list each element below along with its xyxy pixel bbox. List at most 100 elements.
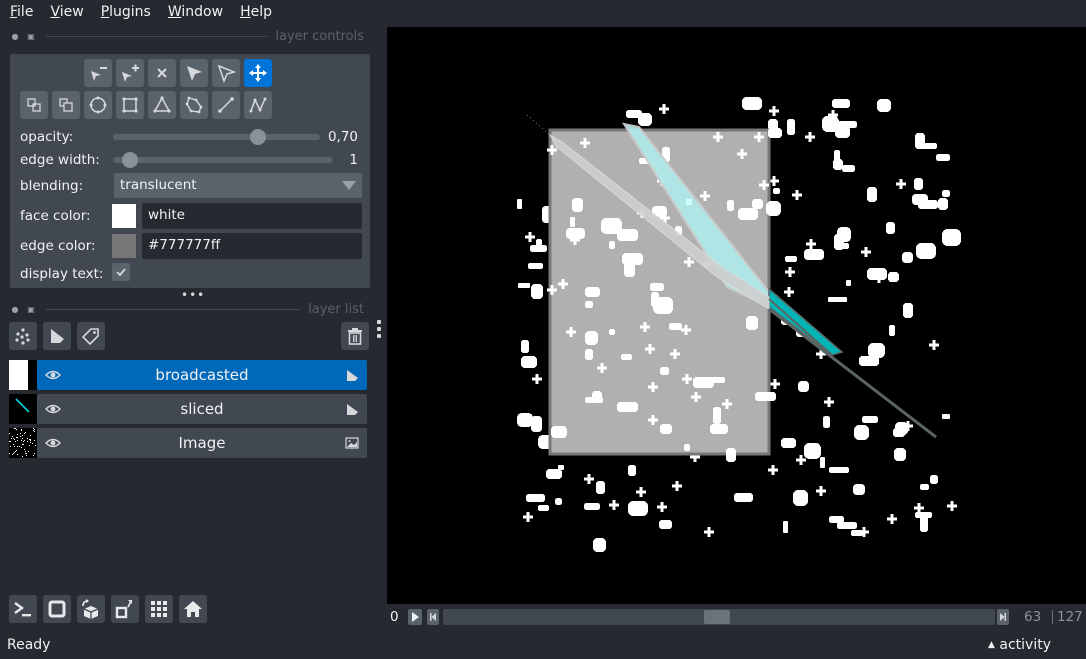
add-triangle-button[interactable] bbox=[148, 91, 176, 119]
layer-item-image[interactable]: Image bbox=[9, 428, 367, 458]
face-color-value: white bbox=[148, 207, 185, 223]
edge-width-slider-thumb[interactable] bbox=[122, 152, 138, 168]
edge-width-slider[interactable] bbox=[113, 152, 333, 168]
menu-window[interactable]: Window bbox=[168, 4, 223, 20]
play-button[interactable] bbox=[408, 609, 422, 625]
image-blob bbox=[766, 201, 781, 216]
layer-name[interactable]: Image bbox=[179, 434, 226, 452]
pan-zoom-button[interactable] bbox=[244, 59, 272, 87]
layer-name[interactable]: sliced bbox=[180, 400, 223, 418]
reset-view-button[interactable] bbox=[179, 595, 207, 623]
dims-slider-handle[interactable] bbox=[703, 610, 730, 624]
image-blob bbox=[829, 467, 849, 473]
select-arrow-icon bbox=[187, 66, 202, 81]
menu-help-mnemonic: H bbox=[240, 4, 251, 20]
face-color-input[interactable]: white bbox=[142, 203, 362, 229]
visibility-eye-icon[interactable] bbox=[45, 402, 61, 416]
visibility-eye-icon[interactable] bbox=[45, 368, 61, 382]
add-path-button[interactable] bbox=[244, 91, 272, 119]
transpose-dimensions-button[interactable] bbox=[111, 595, 139, 623]
menu-help[interactable]: Help bbox=[240, 4, 272, 20]
roll-dimensions-button[interactable] bbox=[77, 595, 105, 623]
float-dock-icon[interactable]: ▣ bbox=[26, 305, 36, 314]
delete-shape-button[interactable] bbox=[148, 59, 176, 87]
dims-slider-track[interactable] bbox=[443, 609, 995, 625]
move-back-button[interactable] bbox=[20, 91, 48, 119]
add-line-button[interactable] bbox=[212, 91, 240, 119]
console-button[interactable] bbox=[9, 595, 37, 623]
select-shape-button[interactable] bbox=[180, 59, 208, 87]
image-blob bbox=[784, 287, 794, 297]
image-blob bbox=[517, 413, 533, 427]
layer-item-broadcasted[interactable]: broadcasted bbox=[9, 360, 367, 390]
image-blob bbox=[914, 503, 924, 513]
hide-dock-icon[interactable]: ● bbox=[10, 305, 20, 314]
display-text-checkbox[interactable] bbox=[112, 263, 130, 281]
new-shapes-layer-button[interactable] bbox=[43, 322, 71, 350]
new-labels-layer-button[interactable] bbox=[77, 322, 105, 350]
layer-list-titlebar: ● ▣ layer list bbox=[10, 301, 365, 317]
path-icon bbox=[249, 97, 267, 113]
remove-vertex-button[interactable] bbox=[84, 59, 112, 87]
edge-color-swatch[interactable] bbox=[112, 234, 136, 258]
label-tag-icon bbox=[81, 328, 99, 346]
float-dock-icon[interactable]: ▣ bbox=[26, 32, 36, 41]
image-blob bbox=[684, 444, 690, 451]
image-blob bbox=[854, 425, 869, 440]
image-blob bbox=[829, 516, 844, 523]
layer-controls-title: layer controls bbox=[275, 28, 364, 44]
first-frame-button[interactable] bbox=[427, 609, 439, 625]
blending-dropdown[interactable]: translucent bbox=[114, 173, 362, 198]
add-rectangle-button[interactable] bbox=[116, 91, 144, 119]
image-blob bbox=[746, 316, 758, 330]
face-color-swatch[interactable] bbox=[112, 204, 136, 228]
menu-file-rest: ile bbox=[17, 4, 34, 20]
delete-layer-button[interactable] bbox=[341, 322, 369, 350]
checkmark-icon bbox=[116, 268, 126, 277]
layer-controls-titlebar: ● ▣ layer controls bbox=[10, 28, 365, 44]
add-vertex-button[interactable] bbox=[116, 59, 144, 87]
visibility-eye-icon[interactable] bbox=[45, 436, 61, 450]
image-blob bbox=[903, 303, 913, 318]
display-text-label: display text: bbox=[20, 266, 104, 282]
edge-color-input[interactable]: #777777ff bbox=[142, 233, 362, 259]
toggle-ndisplay-button[interactable] bbox=[43, 595, 71, 623]
opacity-slider-thumb[interactable] bbox=[249, 129, 266, 145]
dims-current-value[interactable]: 63 bbox=[1024, 609, 1041, 625]
activity-button[interactable]: ▲ activity bbox=[988, 637, 1051, 653]
viewer-canvas[interactable] bbox=[387, 27, 1086, 604]
layer-name[interactable]: broadcasted bbox=[155, 366, 248, 384]
image-blob bbox=[938, 198, 948, 210]
canvas-scene bbox=[517, 97, 961, 552]
grid-view-button[interactable] bbox=[145, 595, 173, 623]
dock-resize-handle[interactable]: ••• bbox=[181, 289, 205, 301]
menu-plugins-rest: lugins bbox=[109, 4, 151, 20]
image-blob bbox=[837, 227, 851, 242]
blending-value: translucent bbox=[120, 177, 197, 193]
image-blob bbox=[551, 426, 567, 438]
hide-dock-icon[interactable]: ● bbox=[10, 32, 20, 41]
menu-file-mnemonic: F bbox=[10, 4, 18, 20]
menu-plugins[interactable]: Plugins bbox=[101, 4, 151, 20]
image-blob bbox=[773, 188, 780, 194]
direct-select-button[interactable] bbox=[212, 59, 240, 87]
opacity-slider[interactable] bbox=[113, 129, 320, 145]
polygon-icon bbox=[185, 96, 203, 114]
menu-window-mnemonic: W bbox=[167, 4, 182, 20]
last-frame-button[interactable] bbox=[997, 609, 1009, 625]
add-ellipse-button[interactable] bbox=[84, 91, 112, 119]
edge-color-value: #777777ff bbox=[148, 237, 221, 253]
direct-select-icon bbox=[217, 64, 236, 83]
menu-view[interactable]: View bbox=[50, 4, 83, 20]
layer-item-sliced[interactable]: sliced bbox=[9, 394, 367, 424]
sliced-line-shape-2 bbox=[768, 298, 833, 356]
move-front-button[interactable] bbox=[52, 91, 80, 119]
rectangle-icon bbox=[122, 97, 138, 113]
panel-splitter-handle[interactable] bbox=[377, 320, 381, 341]
titlebar-divider bbox=[46, 35, 268, 37]
new-points-layer-button[interactable] bbox=[9, 322, 37, 350]
image-blob bbox=[947, 501, 957, 511]
face-color-label: face color: bbox=[20, 208, 91, 224]
menu-file[interactable]: File bbox=[10, 4, 33, 20]
add-polygon-button[interactable] bbox=[180, 91, 208, 119]
